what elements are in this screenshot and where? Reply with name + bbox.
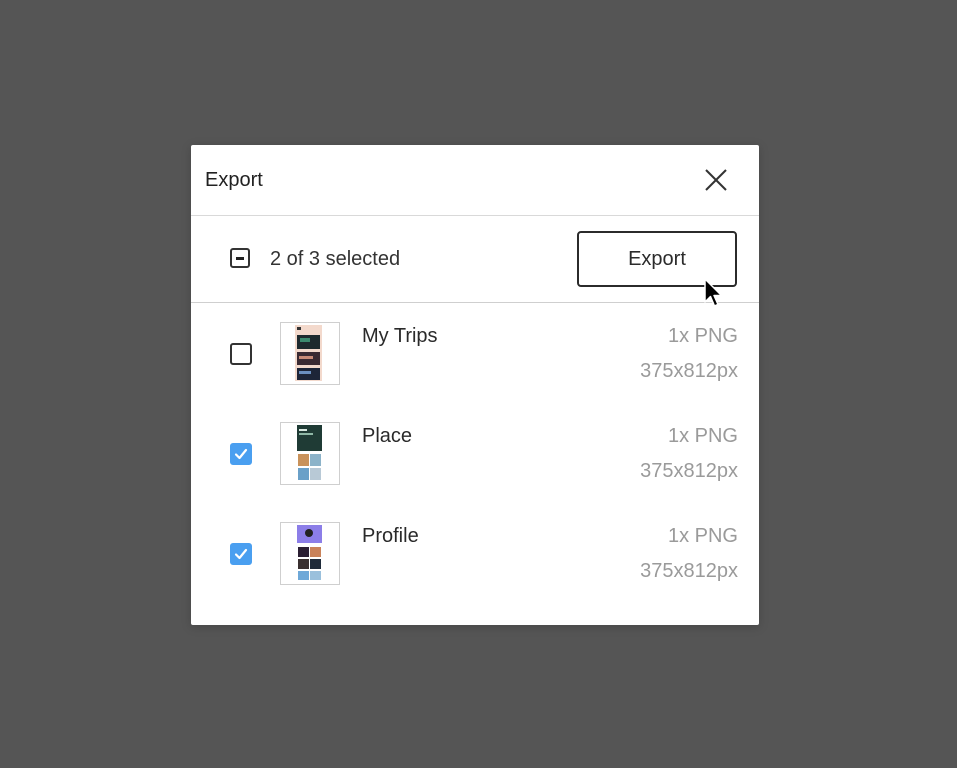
frame-name: Place <box>362 425 413 447</box>
export-row-place: Place 1x PNG 375x812px <box>191 422 759 522</box>
close-icon <box>705 169 727 191</box>
thumbnail-profile <box>280 522 340 585</box>
frame-name: Profile <box>362 525 419 547</box>
frame-dimensions: 375x812px <box>640 560 738 582</box>
scale-format: 1x PNG <box>667 325 738 347</box>
export-dialog: Export 2 of 3 selected Export My Trips 1… <box>191 145 759 625</box>
frame-dimensions: 375x812px <box>640 460 738 482</box>
mouse-cursor-icon <box>704 278 723 307</box>
checkmark-icon <box>234 548 248 560</box>
select-all-checkbox[interactable] <box>230 248 250 268</box>
frame-dimensions: 375x812px <box>640 360 738 382</box>
row-checkbox-place[interactable] <box>230 443 252 465</box>
indeterminate-dash-icon <box>236 257 244 260</box>
export-toolbar: 2 of 3 selected Export <box>191 216 759 303</box>
export-row-profile: Profile 1x PNG 375x812px <box>191 522 759 622</box>
row-checkbox-profile[interactable] <box>230 543 252 565</box>
frame-name: My Trips <box>362 325 438 347</box>
thumbnail-place <box>280 422 340 485</box>
row-checkbox-my-trips[interactable] <box>230 343 252 365</box>
checkmark-icon <box>234 448 248 460</box>
dialog-header: Export <box>191 145 759 216</box>
scale-format: 1x PNG <box>667 525 738 547</box>
close-button[interactable] <box>701 165 731 195</box>
dialog-title: Export <box>205 169 263 191</box>
thumbnail-my-trips <box>280 322 340 385</box>
export-row-my-trips: My Trips 1x PNG 375x812px <box>191 322 759 422</box>
selection-count: 2 of 3 selected <box>270 248 401 270</box>
scale-format: 1x PNG <box>667 425 738 447</box>
